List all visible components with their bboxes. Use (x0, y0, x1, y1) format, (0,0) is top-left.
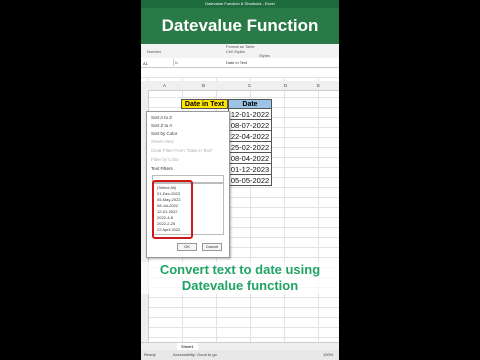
date-cell[interactable]: 05-05-2022 (228, 175, 272, 186)
text-filters-item[interactable]: Text Filters (151, 166, 173, 171)
column-headers: A B C D E (141, 81, 339, 91)
filter-cancel-button[interactable]: Cancel (202, 243, 222, 251)
date-cell[interactable]: 25-02-2022 (228, 142, 272, 153)
excel-window: Datevalue Function & Shortcuts - Excel D… (141, 0, 339, 360)
name-box[interactable]: A1 (143, 59, 174, 66)
status-bar: Ready Accessibility: Good to go 100% (141, 350, 339, 360)
sheet-view-item[interactable]: Sheet View (151, 139, 174, 144)
ribbon-number-label: Number (147, 49, 162, 54)
sort-az-item[interactable]: Sort A to Z (151, 115, 172, 120)
date-cell[interactable]: 01-12-2023 (228, 164, 272, 175)
formula-bar: A1 fx Date in Text (141, 58, 339, 68)
sort-za-item[interactable]: Sort Z to A (151, 123, 172, 128)
column-header-a[interactable]: A (163, 81, 166, 90)
status-accessibility[interactable]: Accessibility: Good to go (173, 350, 217, 360)
sort-by-color-item[interactable]: Sort by Color (151, 131, 177, 136)
column-header-d[interactable]: D (284, 81, 287, 90)
date-cell[interactable]: 22-04-2022 (228, 131, 272, 142)
clear-filter-item[interactable]: Clear Filter From "Date in Text" (151, 148, 213, 153)
column-header-c[interactable]: C (248, 81, 251, 90)
date-cell[interactable]: 08-07-2022 (228, 120, 272, 131)
caption-line-1: Convert text to date using (159, 262, 321, 277)
column-header-b[interactable]: B (202, 81, 205, 90)
zoom-level[interactable]: 100% (323, 350, 333, 360)
fx-icon[interactable]: fx (175, 58, 178, 67)
caption-line-2: Datevalue function (181, 278, 299, 293)
header-date-in-text[interactable]: Date in Text (181, 99, 228, 109)
caption: Convert text to date using Datevalue fun… (141, 262, 339, 294)
column-header-e[interactable]: E (317, 81, 320, 90)
filter-ok-button[interactable]: OK (177, 243, 197, 251)
banner-title: Datevalue Function (141, 8, 339, 44)
date-cell[interactable]: 12-01-2022 (228, 109, 272, 120)
ribbon-cell-styles[interactable]: Cell Styles (226, 49, 245, 54)
header-date[interactable]: Date (228, 99, 272, 109)
status-ready: Ready (144, 352, 156, 357)
highlight-box (152, 180, 193, 239)
window-title: Datevalue Function & Shortcuts - Excel (141, 0, 339, 8)
date-cell[interactable]: 08-04-2022 (228, 153, 272, 164)
ribbon: Number Format as Table Cell Styles Style… (141, 44, 339, 59)
formula-input[interactable]: Date in Text (226, 58, 247, 67)
filter-by-color-item[interactable]: Filter by Color (151, 157, 179, 162)
